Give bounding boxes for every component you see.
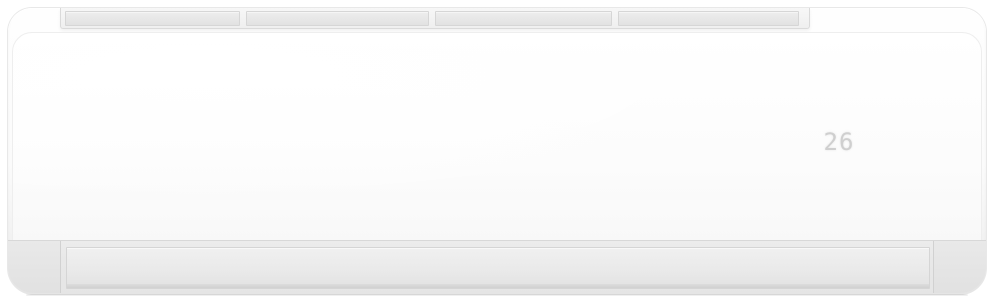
grille-slot <box>65 11 240 26</box>
temperature-display: 26 <box>823 128 855 156</box>
louver-edge <box>67 284 929 288</box>
bottom-shadow <box>26 294 968 296</box>
air-conditioner-scene: 26 <box>0 0 994 301</box>
right-side-cap <box>933 241 986 293</box>
grille-slot <box>246 11 429 26</box>
left-side-cap <box>8 241 61 293</box>
grille-slot <box>435 11 612 26</box>
air-conditioner-unit: 26 <box>8 8 986 296</box>
top-air-intake-grille <box>60 8 810 29</box>
air-outlet-louver <box>66 247 930 289</box>
front-panel: 26 <box>12 32 982 248</box>
grille-slot <box>618 11 799 26</box>
lower-body <box>8 240 986 296</box>
